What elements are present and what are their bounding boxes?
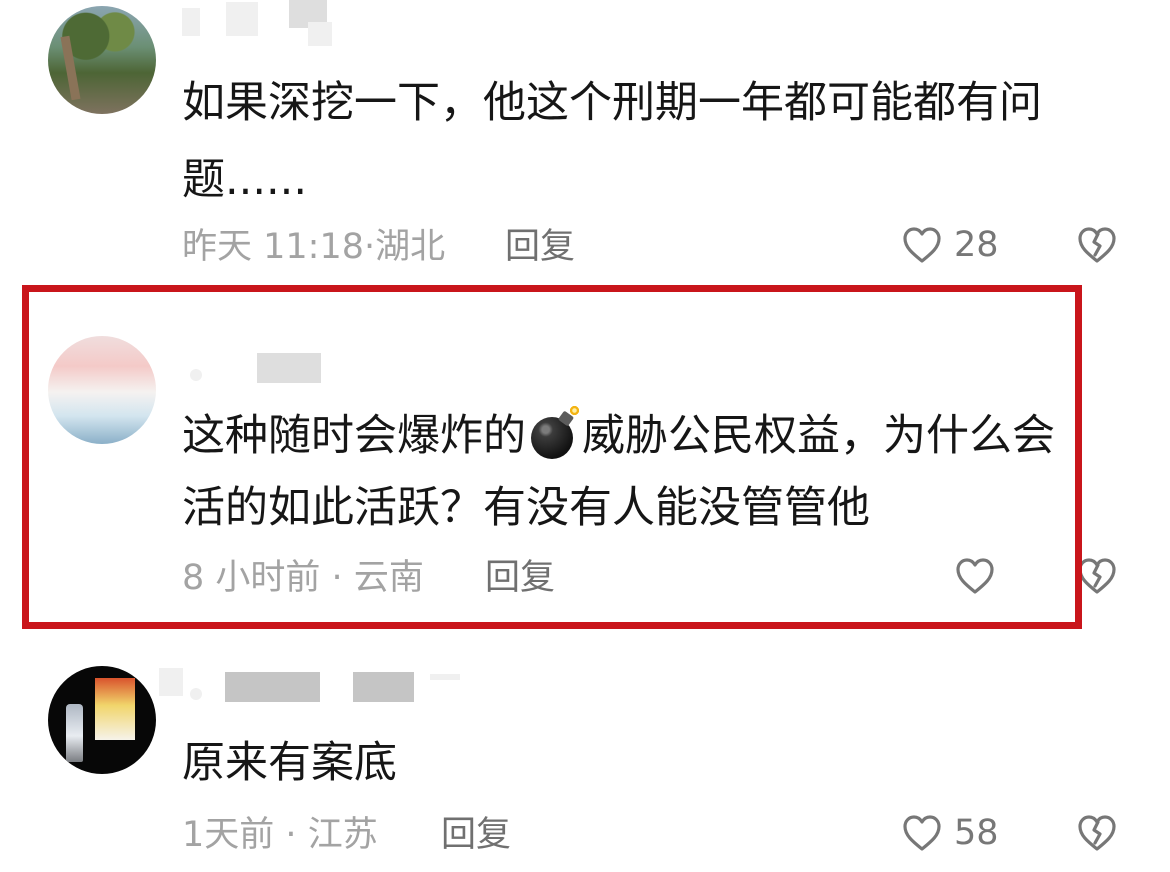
heart-icon[interactable] [951,552,999,600]
redacted-username [226,2,258,36]
reply-button[interactable]: 回复 [505,227,575,267]
comment-text-part-2: 威胁公民权益，为什么会 [582,411,1055,461]
redacted-username [353,672,414,702]
redacted-username [159,668,183,696]
redacted-username [225,672,320,702]
comment-time: 昨天 11:18 [182,227,364,267]
comment-meta: 1天前 · 江苏 [182,815,378,855]
heart-icon [903,815,941,851]
comment-text-line-2: 活的如此活跃？有没有人能没管管他 [182,483,870,533]
meta-separator: · [331,558,343,598]
redacted-username [430,674,460,680]
like-button[interactable]: 58 [898,809,999,857]
broken-heart-icon[interactable] [1073,809,1121,857]
redacted-username [308,22,332,46]
redacted-username [182,8,200,36]
comment-text-line-1: 如果深挖一下，他这个刑期一年都可能都有问 [182,78,1042,128]
like-count: 58 [954,813,999,853]
bomb-emoji-icon [528,405,580,459]
heart-icon [903,227,941,263]
redacted-username [190,369,202,381]
reply-button[interactable]: 回复 [441,815,511,855]
avatar[interactable] [48,336,156,444]
meta-separator: · [285,815,297,855]
comment-time: 1天前 [182,815,275,855]
comment-text-line-1: 原来有案底 [182,738,397,788]
comment-time: 8 小时前 [182,558,321,598]
broken-heart-icon[interactable] [1073,221,1121,269]
comment-location: 云南 [353,558,424,598]
like-count: 28 [954,225,999,265]
comment-meta: 昨天 11:18·湖北 [182,227,445,267]
redacted-username [190,688,202,700]
avatar[interactable] [48,6,156,114]
comment-text-line-2: 题...... [182,155,308,205]
redacted-username [257,353,321,383]
meta-separator: · [364,227,376,267]
reply-button[interactable]: 回复 [485,558,555,598]
broken-heart-icon[interactable] [1073,552,1121,600]
like-button[interactable]: 28 [898,221,999,269]
comment-text-line-1: 这种随时会爆炸的 威胁公民权益，为什么会 [182,398,1055,474]
comment-text-part-1: 这种随时会爆炸的 [182,411,526,461]
comment-location: 江苏 [307,815,378,855]
comment-location: 湖北 [375,227,446,267]
comment-meta: 8 小时前 · 云南 [182,558,424,598]
avatar[interactable] [48,666,156,774]
